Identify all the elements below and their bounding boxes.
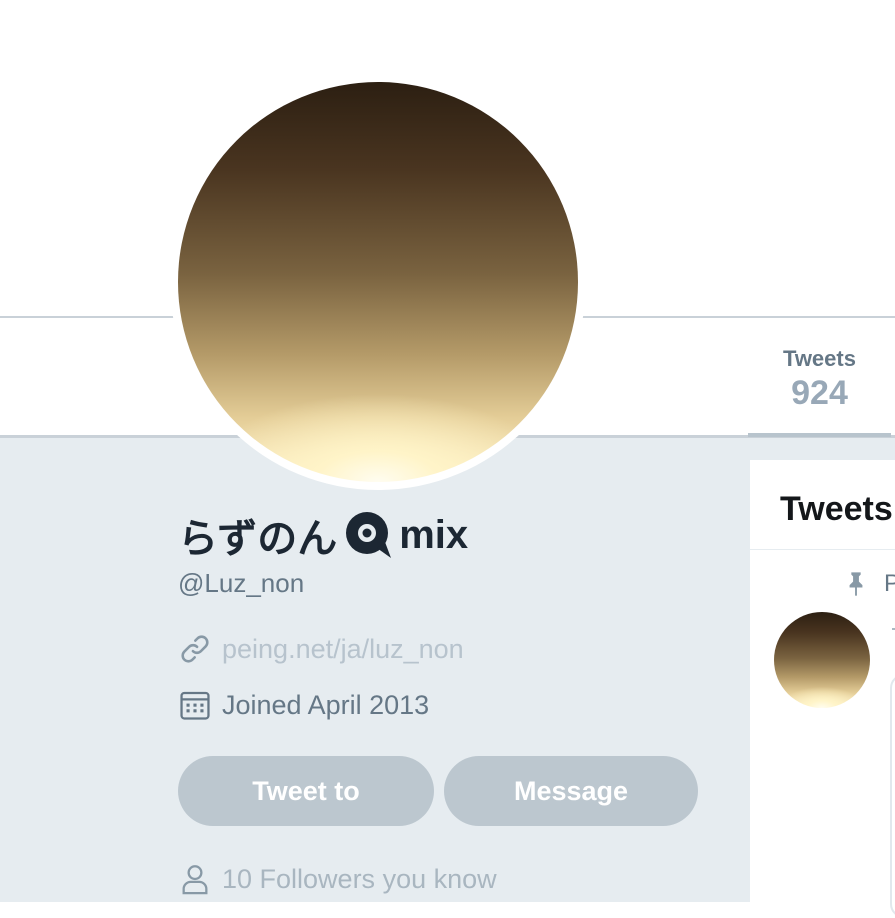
pin-icon (849, 572, 863, 596)
website-link[interactable]: peing.net/ja/luz_non (222, 634, 464, 665)
message-button[interactable]: Message (444, 756, 698, 826)
nav-tweets-tab[interactable]: Tweets 924 (748, 318, 891, 437)
speech-bubble-q-icon (346, 512, 392, 558)
display-name-suffix: mix (399, 512, 469, 557)
profile-display-name: らずのん mix (178, 506, 468, 564)
timeline-panel: Tweets P (750, 460, 895, 918)
timeline-heading: Tweets (750, 460, 895, 550)
profile-join-date: Joined April 2013 (178, 688, 429, 722)
calendar-icon (180, 691, 210, 720)
tweet-author-avatar[interactable] (774, 612, 870, 708)
profile-handle: @Luz_non (178, 568, 305, 598)
link-icon (181, 635, 209, 663)
profile-avatar-frame (170, 74, 586, 490)
person-icon (182, 865, 208, 895)
tweet-media-card[interactable] (890, 674, 895, 918)
followers-you-know-text[interactable]: 10 Followers you know (222, 864, 497, 895)
nav-tweets-count: 924 (791, 374, 848, 412)
tweet-to-button[interactable]: Tweet to (178, 756, 434, 826)
profile-website[interactable]: peing.net/ja/luz_non (178, 632, 464, 666)
followers-you-know[interactable]: 10 Followers you know (178, 862, 497, 896)
display-name-text: らずのん (178, 517, 338, 561)
joined-text: Joined April 2013 (222, 689, 430, 720)
pinned-tweet-label: P (842, 570, 895, 598)
nav-tweets-label: Tweets (783, 346, 856, 371)
profile-avatar[interactable] (178, 82, 578, 482)
pinned-tweet-text: P (884, 570, 895, 597)
